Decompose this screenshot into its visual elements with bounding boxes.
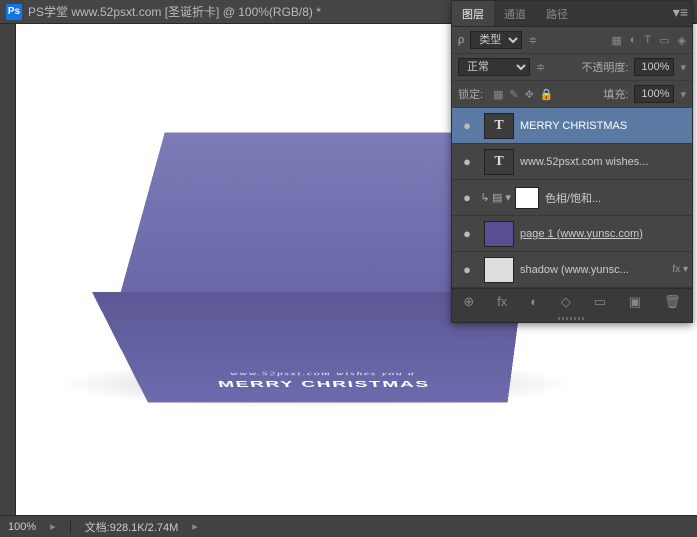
layer-style-icon[interactable]: fx — [497, 294, 507, 309]
layer-thumbnail-text-icon: T — [484, 113, 514, 139]
opacity-scrub-icon[interactable]: ▾ — [680, 61, 686, 74]
app-icon: Ps — [6, 4, 22, 20]
tab-channels[interactable]: 通道 — [494, 1, 536, 26]
opacity-label: 不透明度: — [581, 59, 628, 75]
layer-row[interactable]: ● T www.52psxt.com wishes... — [452, 144, 692, 180]
status-bar: 100% ▸ 文档:928.1K/2.74M ▸ — [0, 515, 697, 537]
lock-all-icon[interactable]: 🔒 — [540, 88, 554, 101]
filter-icons: ▦ ◐ T ▭ ◈ — [611, 34, 686, 47]
clip-indicator-icon: ↳ — [478, 191, 492, 204]
layer-name[interactable]: www.52psxt.com wishes... — [520, 156, 688, 168]
zoom-level[interactable]: 100% — [8, 521, 36, 533]
filter-smart-icon[interactable]: ◈ — [678, 34, 686, 47]
lock-pixels-icon[interactable]: ✎ — [509, 88, 518, 101]
visibility-toggle-icon[interactable]: ● — [456, 226, 478, 241]
layers-panel: 图层 通道 路径 ▾≡ ρ 类型 ≑ ▦ ◐ T ▭ ◈ 正常 ≑ 不透明度: … — [451, 0, 693, 323]
zoom-arrow-icon[interactable]: ▸ — [50, 520, 56, 533]
layer-name[interactable]: shadow (www.yunsc... — [520, 264, 668, 276]
layer-filter-row: ρ 类型 ≑ ▦ ◐ T ▭ ◈ — [452, 27, 692, 54]
card-subtitle-text: www.52psxt.com wishes you a — [229, 370, 416, 376]
tab-paths[interactable]: 路径 — [536, 1, 578, 26]
layer-row[interactable]: ● shadow (www.yunsc... fx ▾ — [452, 252, 692, 288]
lock-position-icon[interactable]: ✥ — [525, 88, 534, 101]
visibility-toggle-icon[interactable]: ● — [456, 154, 478, 169]
new-layer-icon[interactable]: ▣ — [629, 294, 641, 310]
layer-name[interactable]: page 1 (www.yunsc.com) — [520, 228, 688, 240]
adjustment-layer-icon[interactable]: ◇ — [561, 294, 571, 310]
visibility-toggle-icon[interactable]: ● — [456, 190, 478, 205]
filter-adjustment-icon[interactable]: ◐ — [630, 34, 637, 47]
filter-type-icon[interactable]: T — [644, 34, 651, 47]
blend-mode-select[interactable]: 正常 — [458, 58, 530, 76]
lock-transparent-icon[interactable]: ▦ — [493, 88, 503, 101]
layer-mask-icon[interactable]: ◐ — [530, 294, 538, 309]
layer-row[interactable]: ● ↳ ▤▾ 色相/饱和... — [452, 180, 692, 216]
doc-info-arrow-icon[interactable]: ▸ — [192, 520, 198, 533]
filter-shape-icon[interactable]: ▭ — [659, 34, 669, 47]
layer-row[interactable]: ● T MERRY CHRISTMAS — [452, 108, 692, 144]
doc-info[interactable]: 文档:928.1K/2.74M — [85, 519, 179, 535]
lock-label: 锁定: — [458, 86, 483, 102]
layer-name[interactable]: 色相/饱和... — [545, 190, 688, 206]
layers-list: ● T MERRY CHRISTMAS ● T www.52psxt.com w… — [452, 108, 692, 288]
blend-opacity-row: 正常 ≑ 不透明度: ▾ — [452, 54, 692, 81]
filter-search-icon[interactable]: ρ — [458, 34, 464, 46]
document-title: PS学堂 www.52psxt.com [圣诞折卡] @ 100%(RGB/8)… — [28, 3, 321, 20]
fill-input[interactable] — [634, 85, 674, 103]
panel-resize-grip[interactable] — [452, 314, 692, 322]
link-layers-icon[interactable]: ⊕ — [463, 294, 474, 310]
tab-layers[interactable]: 图层 — [452, 1, 494, 26]
delete-layer-icon[interactable]: 🗑 — [664, 294, 681, 310]
filter-type-select[interactable]: 类型 — [470, 31, 522, 49]
layer-mask-thumbnail[interactable] — [515, 187, 539, 209]
layer-fx-indicator[interactable]: fx ▾ — [672, 264, 688, 275]
panel-tabs: 图层 通道 路径 ▾≡ — [452, 1, 692, 27]
layers-panel-footer: ⊕ fx ◐ ◇ ▭ ▣ 🗑 — [452, 288, 692, 314]
new-group-icon[interactable]: ▭ — [594, 294, 606, 310]
layer-row[interactable]: ● page 1 (www.yunsc.com) — [452, 216, 692, 252]
lock-fill-row: 锁定: ▦ ✎ ✥ 🔒 填充: ▾ — [452, 81, 692, 108]
panel-menu-icon[interactable]: ▾≡ — [673, 4, 688, 21]
layer-thumbnail-text-icon: T — [484, 149, 514, 175]
fill-label: 填充: — [603, 86, 628, 102]
visibility-toggle-icon[interactable]: ● — [456, 262, 478, 277]
layer-thumbnail — [484, 221, 514, 247]
card-back-panel — [116, 132, 496, 309]
fill-scrub-icon[interactable]: ▾ — [680, 88, 686, 101]
lock-icons: ▦ ✎ ✥ 🔒 — [493, 88, 554, 101]
ruler-vertical — [0, 24, 16, 515]
card-title-text: MERRY CHRISTMAS — [217, 379, 431, 389]
layer-thumbnail — [484, 257, 514, 283]
divider — [70, 520, 71, 534]
visibility-toggle-icon[interactable]: ● — [456, 118, 478, 133]
layer-name[interactable]: MERRY CHRISTMAS — [520, 120, 688, 132]
opacity-input[interactable] — [634, 58, 674, 76]
filter-pixel-icon[interactable]: ▦ — [611, 34, 621, 47]
adjustment-settings-icon[interactable]: ▤▾ — [492, 191, 511, 204]
